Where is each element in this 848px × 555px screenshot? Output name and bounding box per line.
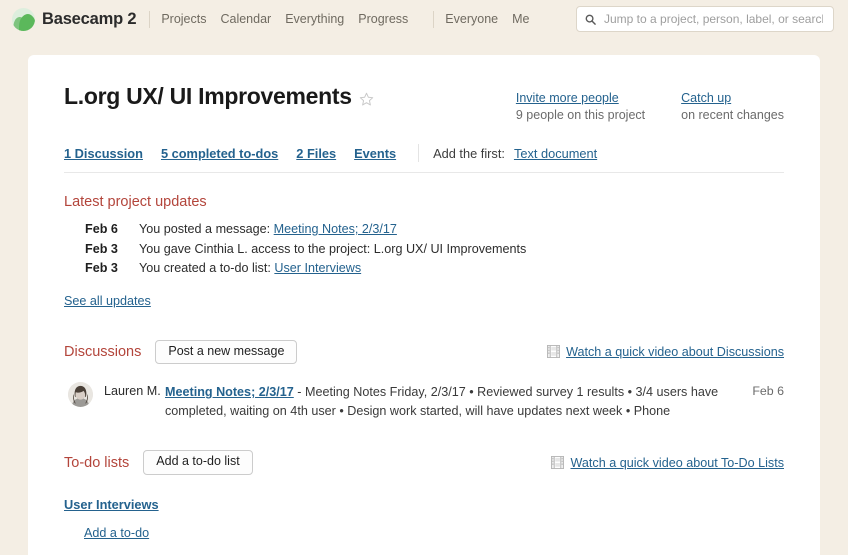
- add-todo-list-button[interactable]: Add a to-do list: [143, 450, 253, 475]
- project-tabs: 1 Discussion 5 completed to-dos 2 Files …: [64, 144, 784, 173]
- catch-up-sub: on recent changes: [681, 107, 784, 122]
- update-date: Feb 3: [85, 241, 118, 256]
- nav-item-projects[interactable]: Projects: [161, 12, 206, 26]
- header-actions: Invite more people 9 people on this proj…: [516, 90, 784, 123]
- todo-list-row: User Interviews: [64, 475, 784, 514]
- project-title-wrap: L.org UX/ UI Improvements: [64, 83, 374, 110]
- tab-events[interactable]: Events: [354, 146, 396, 161]
- nav-item-everything[interactable]: Everything: [285, 12, 344, 26]
- completed-todos-row: 5 completed to-dos: [64, 542, 784, 555]
- brand-name: Basecamp 2: [42, 9, 137, 28]
- tabs-divider: [418, 144, 420, 162]
- avatar: [68, 382, 93, 408]
- global-nav: Basecamp 2 Projects Calendar Everything …: [0, 0, 848, 38]
- discussions-header-left: Discussions Post a new message: [64, 339, 298, 365]
- update-link-user-interviews[interactable]: User Interviews: [274, 261, 361, 275]
- nav-item-progress[interactable]: Progress: [358, 12, 408, 26]
- latest-updates-section: Latest project updates Feb 6 You posted …: [64, 194, 784, 310]
- discussions-header: Discussions Post a new message Watch a q…: [64, 339, 784, 365]
- add-todo-row: Add a to-do: [64, 514, 784, 542]
- film-strip-icon: [551, 456, 565, 470]
- updates-list: Feb 6 You posted a message: Meeting Note…: [64, 220, 784, 279]
- update-item: Feb 6 You posted a message: Meeting Note…: [64, 220, 784, 240]
- discussions-video-link[interactable]: Watch a quick video about Discussions: [566, 345, 784, 359]
- update-date: Feb 6: [85, 222, 118, 236]
- project-card: L.org UX/ UI Improvements Invite more pe…: [28, 55, 820, 555]
- project-header: L.org UX/ UI Improvements Invite more pe…: [64, 83, 784, 123]
- discussion-author: Lauren M.: [104, 384, 161, 399]
- todo-lists-header: To-do lists Add a to-do list Watch a qui…: [64, 450, 784, 475]
- invite-people-count: 9 people on this project: [515, 107, 646, 122]
- search-box[interactable]: [576, 6, 834, 32]
- todo-lists-title: To-do lists: [64, 454, 130, 471]
- nav-divider-2: [433, 10, 435, 28]
- brand[interactable]: Basecamp 2: [12, 7, 137, 31]
- update-date: Feb 3: [85, 261, 118, 275]
- basecamp-logo-icon: [12, 7, 35, 31]
- nav-item-me[interactable]: Me: [512, 12, 529, 26]
- update-text: You created a to-do list: User Interview…: [139, 259, 361, 279]
- catch-up-link[interactable]: Catch up: [681, 90, 784, 107]
- todos-video-link[interactable]: Watch a quick video about To-Do Lists: [570, 456, 784, 470]
- star-icon[interactable]: [359, 92, 374, 107]
- page-title: L.org UX/ UI Improvements: [64, 83, 352, 109]
- post-new-message-button[interactable]: Post a new message: [155, 339, 298, 365]
- discussions-section: Discussions Post a new message Watch a q…: [64, 339, 784, 421]
- discussion-title-link[interactable]: Meeting Notes; 2/3/17: [165, 385, 294, 399]
- update-text: You gave Cinthia L. access to the projec…: [139, 240, 526, 260]
- todo-list-link-user-interviews[interactable]: User Interviews: [64, 497, 159, 512]
- latest-updates-title: Latest project updates: [64, 194, 207, 210]
- film-strip-icon: [547, 345, 561, 359]
- todos-video-link-wrap: Watch a quick video about To-Do Lists: [551, 456, 784, 470]
- add-text-document-link[interactable]: Text document: [514, 146, 597, 161]
- search-icon: [585, 14, 596, 25]
- tab-files[interactable]: 2 Files: [296, 146, 336, 161]
- nav-item-everyone[interactable]: Everyone: [445, 12, 498, 26]
- discussions-video-link-wrap: Watch a quick video about Discussions: [547, 345, 784, 359]
- discussion-date: Feb 6: [752, 384, 784, 399]
- update-text-before: You gave Cinthia L. access to the projec…: [139, 241, 527, 256]
- invite-more-people: Invite more people 9 people on this proj…: [516, 90, 645, 123]
- catch-up: Catch up on recent changes: [681, 90, 784, 123]
- update-item: Feb 3 You created a to-do list: User Int…: [64, 259, 784, 279]
- add-the-first-label: Add the first:: [433, 145, 505, 161]
- invite-more-people-link[interactable]: Invite more people: [516, 90, 645, 107]
- todo-lists-header-left: To-do lists Add a to-do list: [64, 450, 253, 475]
- tab-discussions[interactable]: 1 Discussion: [64, 146, 143, 161]
- discussions-title: Discussions: [64, 343, 142, 360]
- nav-divider: [149, 10, 151, 28]
- update-text-before: You created a to-do list:: [139, 261, 275, 275]
- update-item: Feb 3 You gave Cinthia L. access to the …: [64, 240, 784, 260]
- update-text: You posted a message: Meeting Notes; 2/3…: [139, 220, 397, 240]
- update-link-meeting-notes[interactable]: Meeting Notes; 2/3/17: [274, 222, 397, 236]
- nav-item-calendar[interactable]: Calendar: [220, 12, 271, 26]
- search-input[interactable]: [602, 11, 825, 27]
- discussion-item: Lauren M. Meeting Notes; 2/3/17 - Meetin…: [64, 381, 784, 420]
- tab-completed-todos[interactable]: 5 completed to-dos: [161, 146, 278, 161]
- discussion-body: Meeting Notes; 2/3/17 - Meeting Notes Fr…: [165, 381, 736, 420]
- add-a-todo-link[interactable]: Add a to-do: [84, 526, 149, 540]
- todo-lists-section: To-do lists Add a to-do list Watch a qui…: [64, 450, 784, 555]
- see-all-updates-link[interactable]: See all updates: [64, 294, 151, 308]
- update-text-before: You posted a message:: [139, 222, 274, 236]
